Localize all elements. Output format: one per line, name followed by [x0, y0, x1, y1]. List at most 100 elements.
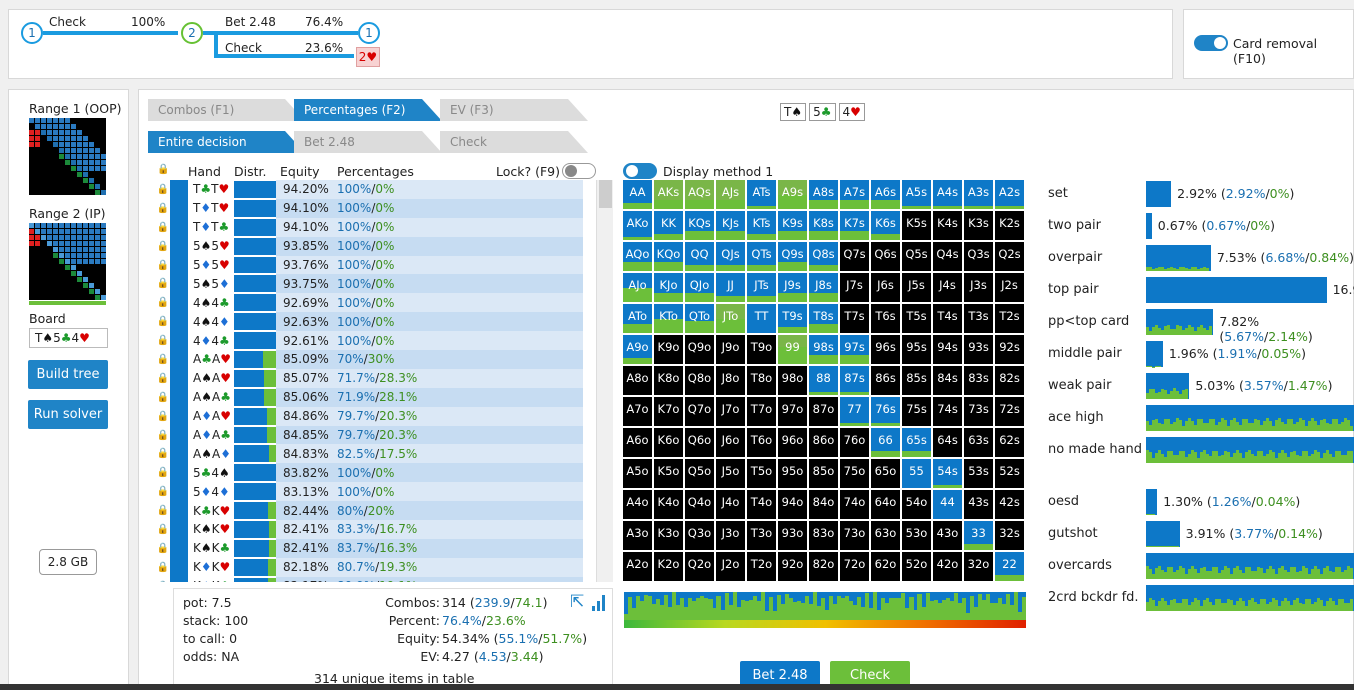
grid-cell-64s[interactable]: 64s — [933, 428, 962, 457]
grid-cell-55[interactable]: 55 — [902, 459, 931, 488]
grid-cell-T2o[interactable]: T2o — [747, 552, 776, 581]
grid-cell-42s[interactable]: 42s — [995, 490, 1024, 519]
grid-cell-J9s[interactable]: J9s — [778, 273, 807, 302]
grid-cell-KK[interactable]: KK — [654, 211, 683, 240]
grid-cell-53s[interactable]: 53s — [964, 459, 993, 488]
grid-cell-66[interactable]: 66 — [871, 428, 900, 457]
grid-cell-95o[interactable]: 95o — [778, 459, 807, 488]
grid-cell-QTs[interactable]: QTs — [747, 242, 776, 271]
grid-cell-54o[interactable]: 54o — [902, 490, 931, 519]
table-row[interactable]: 🔒 5♦5♥ 93.76% 100%/0% — [156, 255, 583, 275]
grid-cell-QJo[interactable]: QJo — [685, 273, 714, 302]
grid-cell-J4s[interactable]: J4s — [933, 273, 962, 302]
scrollbar-thumb[interactable] — [599, 180, 612, 208]
grid-cell-95s[interactable]: 95s — [902, 335, 931, 364]
grid-cell-J8o[interactable]: J8o — [716, 366, 745, 395]
grid-cell-83s[interactable]: 83s — [964, 366, 993, 395]
grid-cell-QTo[interactable]: QTo — [685, 304, 714, 333]
range1-thumbnail[interactable] — [29, 118, 106, 195]
grid-cell-KQs[interactable]: KQs — [685, 211, 714, 240]
grid-cell-Q3o[interactable]: Q3o — [685, 521, 714, 550]
grid-cell-43o[interactable]: 43o — [933, 521, 962, 550]
grid-cell-85s[interactable]: 85s — [902, 366, 931, 395]
grid-cell-A8s[interactable]: A8s — [809, 180, 838, 209]
grid-cell-32s[interactable]: 32s — [995, 521, 1024, 550]
grid-cell-T2s[interactable]: T2s — [995, 304, 1024, 333]
grid-cell-A2o[interactable]: A2o — [623, 552, 652, 581]
lock-icon[interactable]: 🔒 — [156, 425, 170, 445]
grid-cell-T4o[interactable]: T4o — [747, 490, 776, 519]
lock-icon[interactable]: 🔒 — [156, 387, 170, 407]
table-row[interactable]: 🔒 5♣4♠ 83.82% 100%/0% — [156, 463, 583, 483]
grid-cell-J8s[interactable]: J8s — [809, 273, 838, 302]
grid-cell-K3s[interactable]: K3s — [964, 211, 993, 240]
tab-entire-decision[interactable]: Entire decision — [148, 131, 305, 153]
grid-cell-A6s[interactable]: A6s — [871, 180, 900, 209]
grid-cell-T9o[interactable]: T9o — [747, 335, 776, 364]
grid-cell-KTo[interactable]: KTo — [654, 304, 683, 333]
grid-cell-93s[interactable]: 93s — [964, 335, 993, 364]
card-removal-toggle[interactable] — [1194, 35, 1228, 51]
grid-cell-63o[interactable]: 63o — [871, 521, 900, 550]
grid-cell-K4s[interactable]: K4s — [933, 211, 962, 240]
grid-cell-K7s[interactable]: K7s — [840, 211, 869, 240]
grid-cell-Q6o[interactable]: Q6o — [685, 428, 714, 457]
grid-cell-KJs[interactable]: KJs — [716, 211, 745, 240]
grid-cell-84s[interactable]: 84s — [933, 366, 962, 395]
grid-cell-Q2o[interactable]: Q2o — [685, 552, 714, 581]
grid-cell-74s[interactable]: 74s — [933, 397, 962, 426]
lock-icon[interactable]: 🔒 — [156, 350, 170, 369]
grid-cell-J7o[interactable]: J7o — [716, 397, 745, 426]
grid-cell-A9o[interactable]: A9o — [623, 335, 652, 364]
table-row[interactable]: 🔒 A♦A♥ 84.86% 79.7%/20.3% — [156, 406, 583, 426]
grid-cell-A5o[interactable]: A5o — [623, 459, 652, 488]
grid-cell-87o[interactable]: 87o — [809, 397, 838, 426]
grid-cell-T4s[interactable]: T4s — [933, 304, 962, 333]
grid-cell-87s[interactable]: 87s — [840, 366, 869, 395]
grid-cell-A3o[interactable]: A3o — [623, 521, 652, 550]
grid-cell-94o[interactable]: 94o — [778, 490, 807, 519]
grid-cell-62o[interactable]: 62o — [871, 552, 900, 581]
grid-cell-74o[interactable]: 74o — [840, 490, 869, 519]
tree-node-1[interactable]: 1 — [21, 22, 43, 44]
grid-cell-J4o[interactable]: J4o — [716, 490, 745, 519]
table-scrollbar[interactable] — [596, 180, 613, 582]
table-row[interactable]: 🔒 T♦T♥ 94.10% 100%/0% — [156, 198, 583, 218]
grid-cell-Q7s[interactable]: Q7s — [840, 242, 869, 271]
lock-icon[interactable]: 🔒 — [156, 368, 170, 388]
lock-icon[interactable]: 🔒 — [156, 444, 170, 464]
grid-cell-Q8s[interactable]: Q8s — [809, 242, 838, 271]
grid-cell-AA[interactable]: AA — [623, 180, 652, 209]
lock-icon[interactable]: 🔒 — [156, 538, 170, 558]
grid-cell-T8s[interactable]: T8s — [809, 304, 838, 333]
grid-cell-KQo[interactable]: KQo — [654, 242, 683, 271]
grid-cell-84o[interactable]: 84o — [809, 490, 838, 519]
grid-cell-T9s[interactable]: T9s — [778, 304, 807, 333]
grid-cell-A8o[interactable]: A8o — [623, 366, 652, 395]
grid-cell-Q7o[interactable]: Q7o — [685, 397, 714, 426]
grid-cell-J5s[interactable]: J5s — [902, 273, 931, 302]
grid-cell-64o[interactable]: 64o — [871, 490, 900, 519]
lock-icon[interactable]: 🔒 — [156, 255, 170, 275]
grid-cell-44[interactable]: 44 — [933, 490, 962, 519]
grid-cell-98o[interactable]: 98o — [778, 366, 807, 395]
lock-icon[interactable]: 🔒 — [156, 198, 170, 218]
table-row[interactable]: 🔒 T♦T♣ 94.10% 100%/0% — [156, 217, 583, 237]
table-row[interactable]: 🔒 4♠4♣ 92.69% 100%/0% — [156, 293, 583, 313]
lock-icon[interactable]: 🔒 — [156, 576, 170, 582]
grid-cell-ATo[interactable]: ATo — [623, 304, 652, 333]
grid-cell-A7o[interactable]: A7o — [623, 397, 652, 426]
grid-cell-K7o[interactable]: K7o — [654, 397, 683, 426]
grid-cell-Q5s[interactable]: Q5s — [902, 242, 931, 271]
grid-cell-K6o[interactable]: K6o — [654, 428, 683, 457]
grid-cell-72o[interactable]: 72o — [840, 552, 869, 581]
grid-cell-K8o[interactable]: K8o — [654, 366, 683, 395]
grid-cell-TT[interactable]: TT — [747, 304, 776, 333]
grid-cell-77[interactable]: 77 — [840, 397, 869, 426]
grid-cell-92s[interactable]: 92s — [995, 335, 1024, 364]
grid-cell-K6s[interactable]: K6s — [871, 211, 900, 240]
grid-cell-76s[interactable]: 76s — [871, 397, 900, 426]
grid-cell-75s[interactable]: 75s — [902, 397, 931, 426]
grid-cell-A9s[interactable]: A9s — [778, 180, 807, 209]
grid-cell-43s[interactable]: 43s — [964, 490, 993, 519]
